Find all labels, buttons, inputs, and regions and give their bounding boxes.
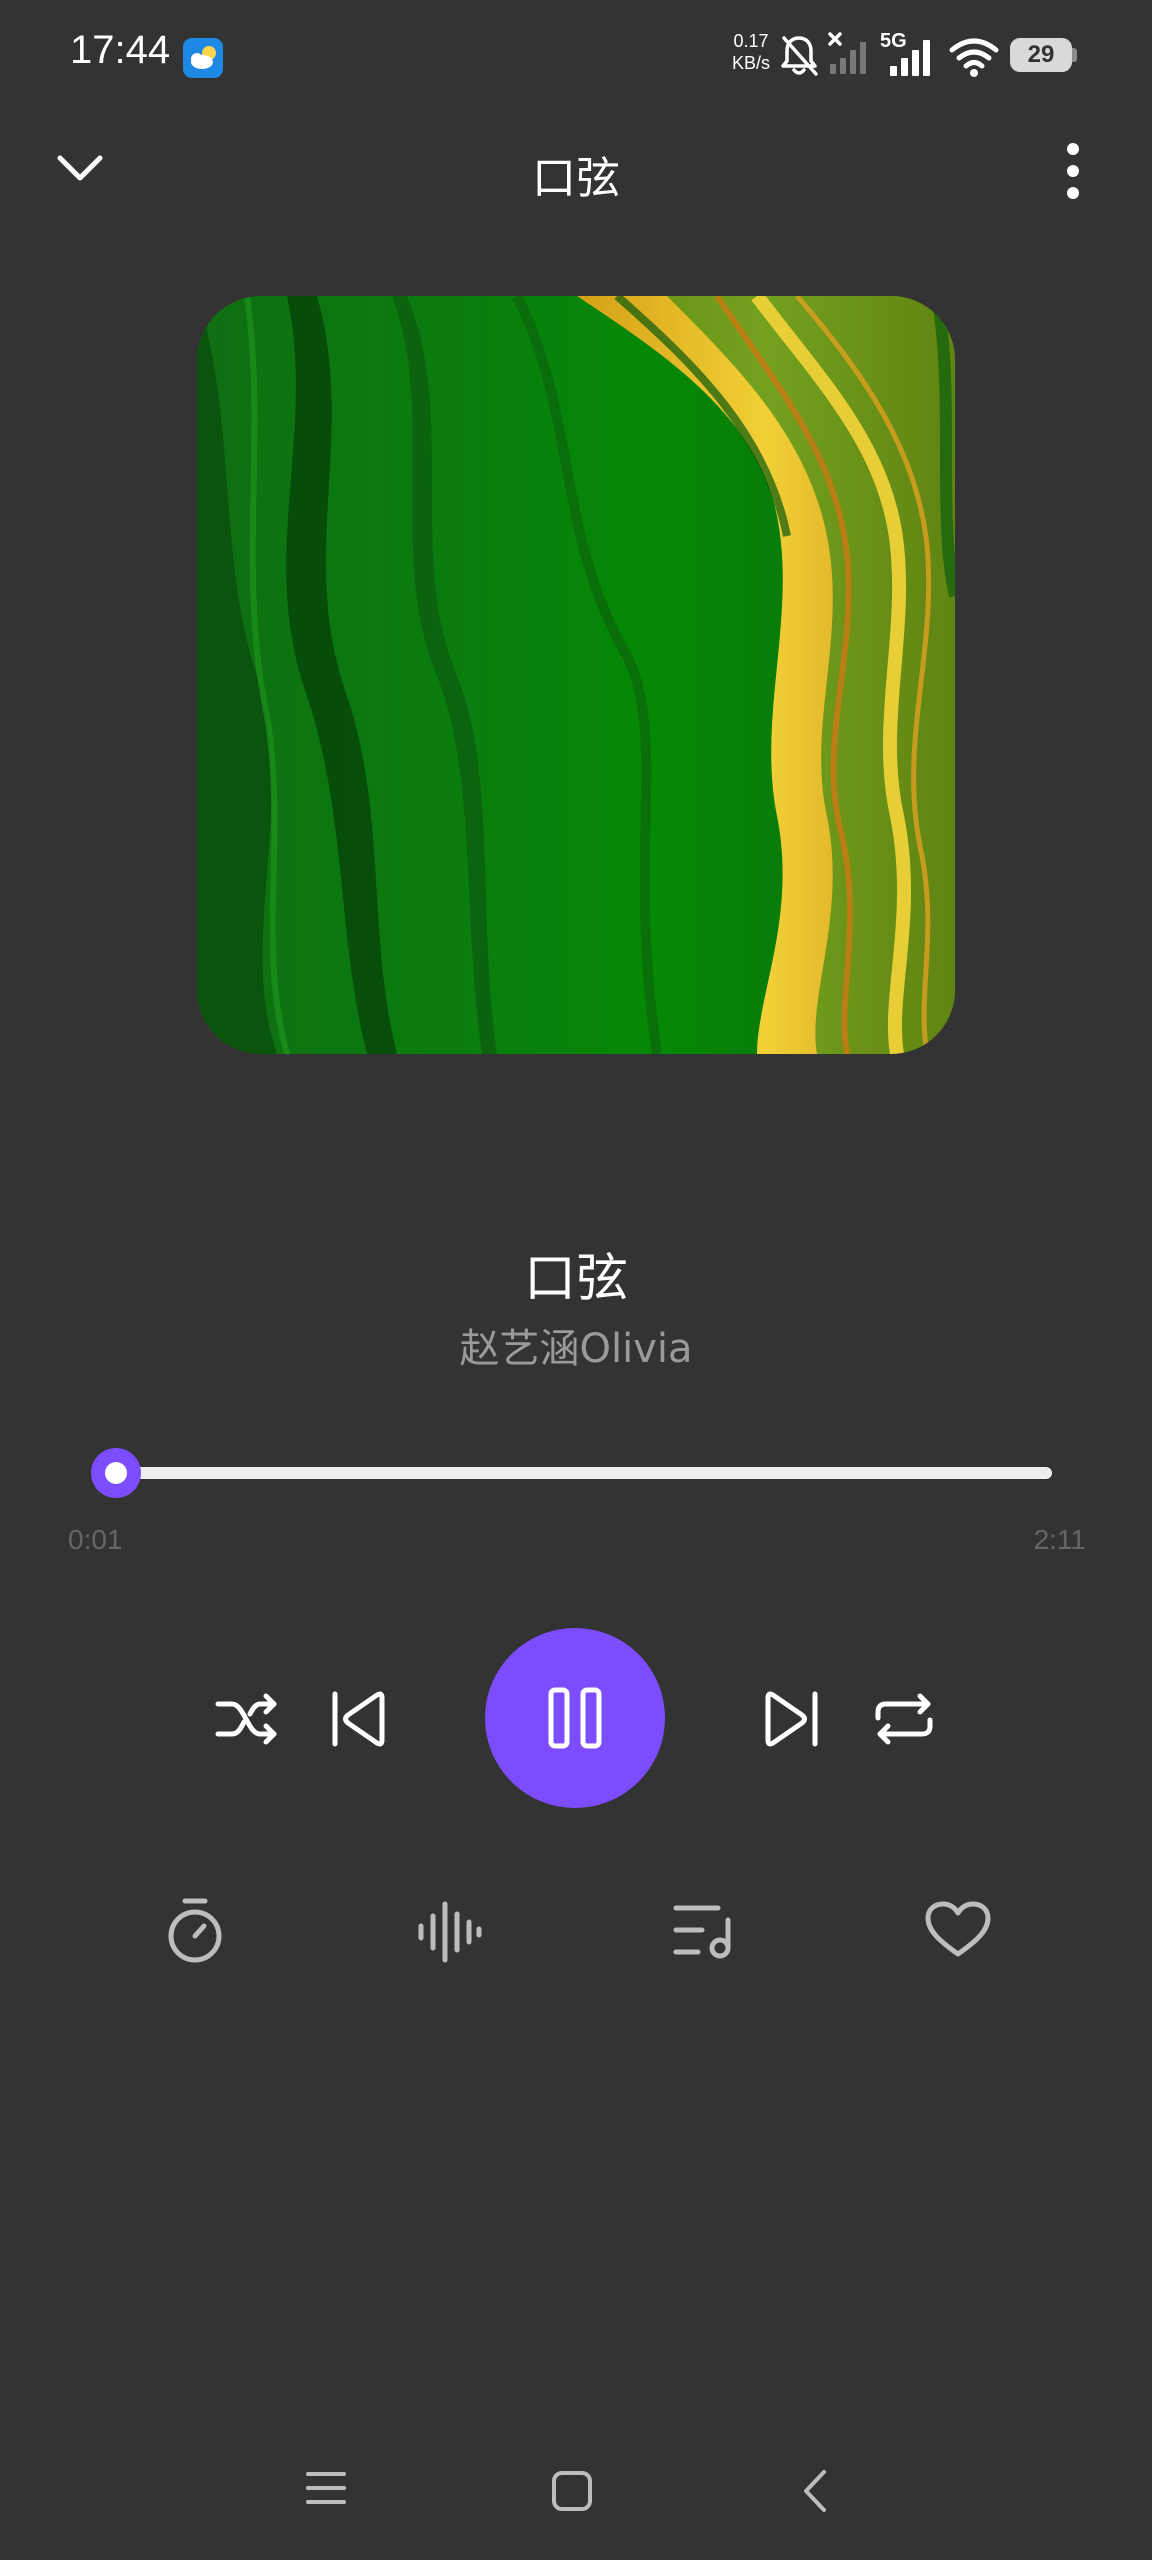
previous-icon[interactable] bbox=[330, 1690, 390, 1748]
network-speed-unit: KB/s bbox=[731, 53, 770, 73]
total-time: 2:11 bbox=[1033, 1524, 1086, 1555]
playlist-icon[interactable] bbox=[672, 1902, 736, 1960]
battery-icon: 29 bbox=[1010, 38, 1072, 72]
play-pause-button[interactable] bbox=[485, 1628, 665, 1808]
audio-effect-icon[interactable] bbox=[416, 1900, 482, 1964]
menu-icon[interactable] bbox=[304, 2468, 348, 2508]
repeat-icon[interactable] bbox=[872, 1688, 936, 1750]
home-icon[interactable] bbox=[551, 2470, 593, 2512]
shuffle-icon[interactable] bbox=[214, 1690, 280, 1748]
heart-icon[interactable] bbox=[924, 1900, 992, 1960]
signal-off-icon bbox=[828, 32, 866, 74]
status-time: 17:44 bbox=[70, 28, 171, 72]
timer-icon[interactable] bbox=[164, 1896, 226, 1966]
back-icon[interactable] bbox=[800, 2468, 830, 2514]
progress-track[interactable] bbox=[108, 1467, 1052, 1479]
more-vertical-icon[interactable] bbox=[1058, 140, 1088, 202]
network-speed-value: 0.17 bbox=[733, 31, 769, 51]
wifi-icon bbox=[949, 38, 999, 77]
album-art bbox=[197, 296, 955, 1054]
signal-5g-icon bbox=[890, 40, 930, 76]
page-title: 口弦 bbox=[532, 153, 620, 204]
battery-tip bbox=[1072, 48, 1077, 62]
pause-icon bbox=[548, 1687, 602, 1749]
song-artist[interactable]: 赵艺涵Olivia bbox=[0, 1316, 1152, 1374]
progress-thumb[interactable] bbox=[90, 1448, 141, 1498]
next-icon[interactable] bbox=[760, 1690, 820, 1748]
network-speed: 0.17 KB/s bbox=[728, 30, 774, 74]
weather-icon bbox=[183, 38, 223, 78]
bell-muted-icon bbox=[781, 36, 818, 76]
current-time: 0:01 bbox=[68, 1524, 123, 1555]
song-title: 口弦 bbox=[523, 1249, 628, 1309]
